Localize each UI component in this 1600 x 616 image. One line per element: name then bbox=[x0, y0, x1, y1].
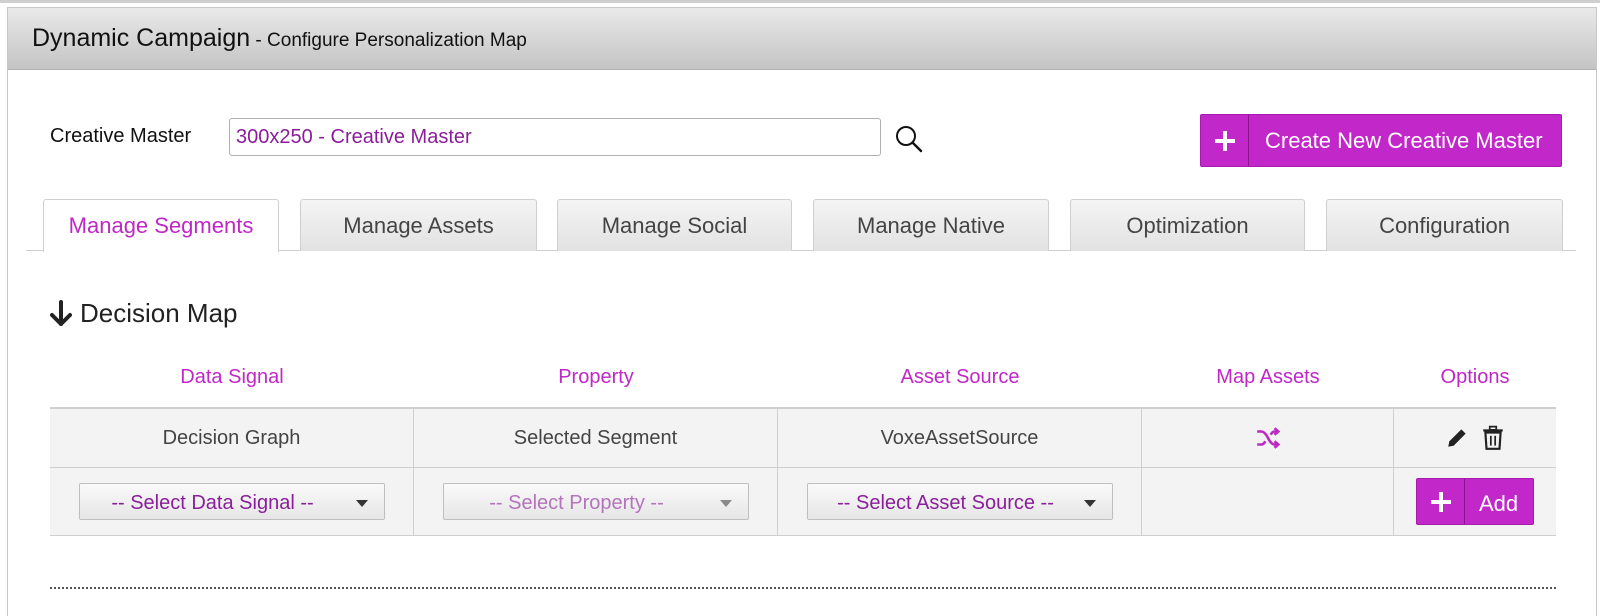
chevron-down-icon bbox=[719, 500, 732, 507]
column-header-map-assets: Map Assets bbox=[1216, 366, 1320, 388]
create-new-creative-master-button[interactable]: Create New Creative Master bbox=[1200, 114, 1562, 167]
panel-header: Dynamic Campaign - Configure Personaliza… bbox=[8, 8, 1596, 70]
cell-add: Add bbox=[1394, 468, 1556, 535]
page-subtitle: - Configure Personalization Map bbox=[250, 30, 527, 51]
cell-data-signal: Decision Graph bbox=[50, 409, 414, 467]
cell-data-signal-select: -- Select Data Signal -- bbox=[50, 468, 414, 535]
section-divider bbox=[50, 587, 1556, 589]
cell-map-assets-empty bbox=[1142, 468, 1394, 535]
add-button[interactable]: Add bbox=[1416, 478, 1534, 525]
column-header-asset-source: Asset Source bbox=[900, 366, 1020, 388]
cell-asset-source-select: -- Select Asset Source -- bbox=[778, 468, 1142, 535]
arrow-down-icon bbox=[50, 299, 72, 326]
plus-icon bbox=[1417, 479, 1465, 524]
pencil-icon[interactable] bbox=[1444, 425, 1470, 451]
chevron-down-icon bbox=[355, 500, 368, 507]
data-signal-select-value: -- Select Data Signal -- bbox=[111, 492, 314, 514]
column-header-options: Options bbox=[1440, 366, 1510, 388]
tab-manage-assets[interactable]: Manage Assets bbox=[300, 199, 537, 251]
tab-manage-native[interactable]: Manage Native bbox=[813, 199, 1049, 251]
cell-map-assets bbox=[1142, 409, 1394, 467]
decision-map-title: Decision Map bbox=[80, 298, 238, 328]
tab-configuration[interactable]: Configuration bbox=[1326, 199, 1563, 251]
plus-icon bbox=[1201, 115, 1249, 166]
decision-map-table: Decision Graph Selected Segment VoxeAsse… bbox=[50, 407, 1556, 536]
tab-manage-segments[interactable]: Manage Segments bbox=[43, 199, 279, 252]
creative-master-label: Creative Master bbox=[50, 125, 192, 147]
creative-master-input[interactable] bbox=[229, 118, 881, 156]
column-header-data-signal: Data Signal bbox=[180, 366, 284, 388]
new-mapping-row: -- Select Data Signal -- -- Select Prope… bbox=[50, 468, 1556, 536]
create-new-creative-master-label: Create New Creative Master bbox=[1265, 128, 1543, 153]
property-select-value: -- Select Property -- bbox=[489, 492, 664, 514]
cell-property-select: -- Select Property -- bbox=[414, 468, 778, 535]
asset-source-select-value: -- Select Asset Source -- bbox=[837, 492, 1054, 514]
data-signal-select[interactable]: -- Select Data Signal -- bbox=[78, 483, 385, 520]
table-row: Decision Graph Selected Segment VoxeAsse… bbox=[50, 407, 1556, 468]
column-header-property: Property bbox=[558, 366, 634, 388]
asset-source-select[interactable]: -- Select Asset Source -- bbox=[806, 483, 1113, 520]
chevron-down-icon bbox=[1083, 500, 1096, 507]
cell-options bbox=[1394, 409, 1556, 467]
cell-asset-source: VoxeAssetSource bbox=[778, 409, 1142, 467]
property-select[interactable]: -- Select Property -- bbox=[442, 483, 749, 520]
trash-icon[interactable] bbox=[1480, 425, 1506, 451]
page-title-text: Dynamic Campaign bbox=[32, 24, 251, 52]
add-button-label: Add bbox=[1479, 491, 1519, 516]
shuffle-icon[interactable] bbox=[1255, 425, 1281, 451]
tab-optimization[interactable]: Optimization bbox=[1070, 199, 1305, 251]
window-top-border bbox=[0, 0, 1600, 3]
cell-property: Selected Segment bbox=[414, 409, 778, 467]
page-title: Dynamic Campaign - Configure Personaliza… bbox=[32, 24, 527, 53]
decision-map-heading[interactable]: Decision Map bbox=[50, 298, 238, 329]
search-icon[interactable] bbox=[894, 124, 924, 154]
tab-manage-social[interactable]: Manage Social bbox=[557, 199, 792, 251]
